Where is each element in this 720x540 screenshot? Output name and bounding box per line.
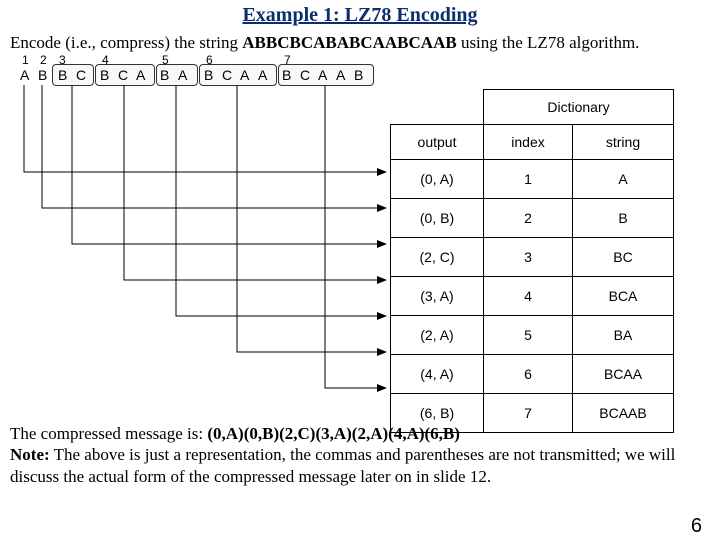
prompt-pre: Encode (i.e., compress) the string bbox=[10, 33, 242, 52]
page-number: 6 bbox=[691, 515, 702, 538]
connector-lines bbox=[10, 53, 710, 423]
slide-title: Example 1: LZ78 Encoding bbox=[0, 4, 720, 27]
note-label: Note: bbox=[10, 445, 50, 464]
prompt-post: using the LZ78 algorithm. bbox=[457, 33, 640, 52]
encoding-diagram: 1 2 3 4 5 6 7 A B B C B C A B A B C A A … bbox=[10, 53, 710, 423]
prompt-string: ABBCBCABABCAABCAAB bbox=[242, 33, 456, 52]
note-body: The above is just a representation, the … bbox=[10, 445, 675, 485]
prompt-line: Encode (i.e., compress) the string ABBCB… bbox=[10, 33, 710, 53]
msg-pre: The compressed message is: bbox=[10, 424, 207, 443]
note-line: Note: The above is just a representation… bbox=[10, 444, 710, 487]
